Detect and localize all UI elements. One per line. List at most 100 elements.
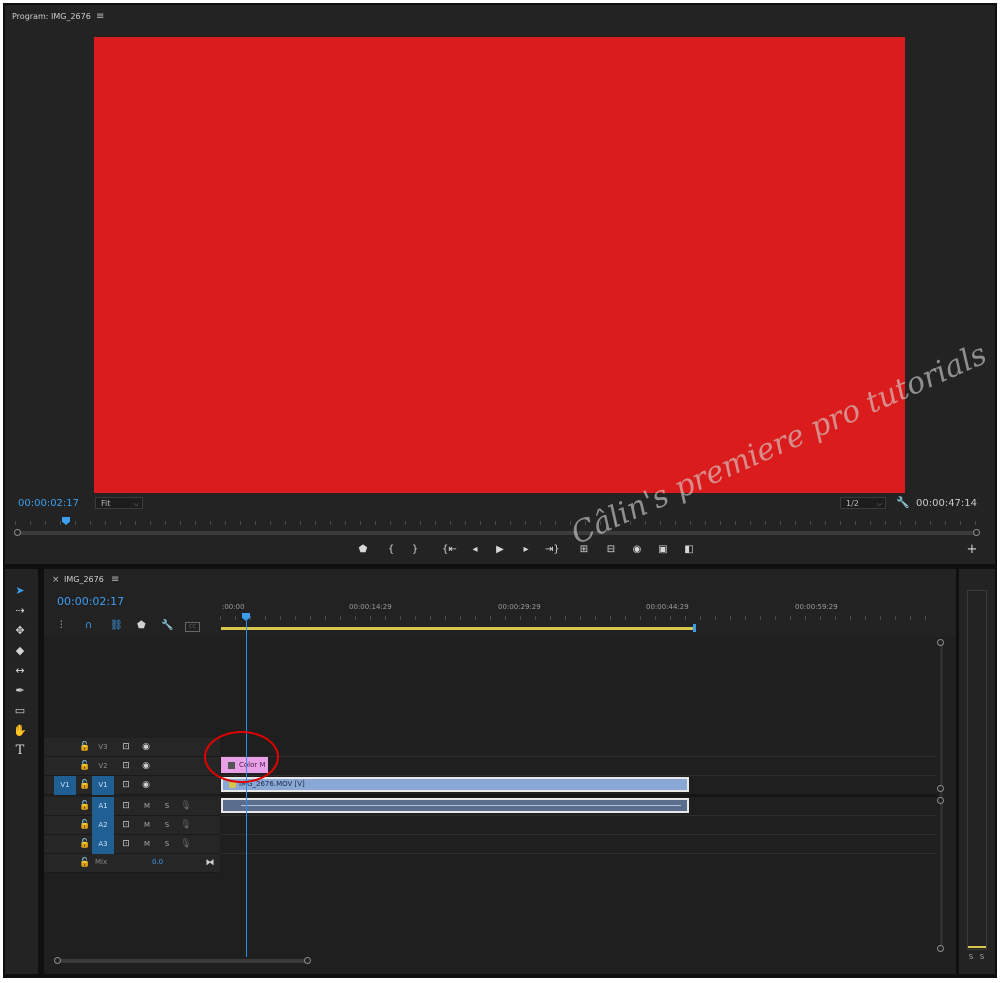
horizontal-scrollbar[interactable] [58, 959, 308, 963]
lock-icon[interactable]: 🔓 [79, 738, 91, 757]
audio-clip[interactable] [221, 798, 689, 813]
lock-icon[interactable]: 🔓 [79, 797, 91, 816]
microphone-icon[interactable]: 🎙 [180, 797, 192, 816]
go-to-end-icon[interactable]: ⧓ [204, 854, 216, 873]
lock-icon[interactable]: 🔓 [79, 757, 91, 776]
timeline-timecode[interactable]: 00:00:02:17 [57, 595, 124, 608]
mute-button[interactable]: M [142, 835, 152, 854]
mark-out-icon[interactable]: } [408, 544, 422, 555]
export-frame-icon[interactable]: ◉ [630, 544, 644, 555]
vscroll-handle-audio[interactable] [937, 797, 944, 804]
meter-solo-right[interactable]: S [977, 948, 987, 967]
sync-lock-icon[interactable]: ⊡ [120, 816, 132, 835]
razor-tool-icon[interactable]: ◆ [11, 643, 29, 659]
step-forward-icon[interactable]: ▸ [519, 544, 533, 555]
slip-tool-icon[interactable]: ↔ [11, 663, 29, 679]
work-area-bar[interactable] [221, 627, 693, 630]
track-target-v1[interactable]: V1 [92, 776, 114, 795]
sync-lock-icon[interactable]: ⊡ [120, 757, 132, 776]
snap-magnet-icon[interactable]: ∩ [85, 620, 92, 631]
mute-button[interactable]: M [142, 816, 152, 835]
captions-icon[interactable]: CC [185, 622, 200, 632]
eye-icon[interactable]: ◉ [140, 738, 152, 757]
video-audio-divider[interactable] [220, 794, 937, 797]
lock-icon[interactable]: 🔓 [79, 776, 91, 795]
linked-selection-icon[interactable]: ⛓ [110, 620, 123, 631]
monitor-zoom-scrollbar[interactable] [18, 531, 976, 535]
zoom-handle-left[interactable] [14, 529, 21, 536]
ripple-edit-tool-icon[interactable]: ✥ [11, 623, 29, 639]
solo-button[interactable]: S [162, 816, 172, 835]
lock-icon[interactable]: 🔓 [79, 816, 91, 835]
source-patch-v1[interactable]: V1 [54, 776, 76, 795]
panel-menu-icon[interactable]: ≡ [96, 11, 104, 22]
overwrite-icon[interactable]: ⊟ [604, 544, 618, 555]
mute-button[interactable]: M [142, 797, 152, 816]
vscroll-handle-mid[interactable] [937, 785, 944, 792]
close-icon[interactable]: × [52, 575, 60, 585]
selection-tool-icon[interactable]: ➤ [11, 583, 29, 599]
microphone-icon[interactable]: 🎙 [180, 835, 192, 854]
sync-lock-icon[interactable]: ⊡ [120, 797, 132, 816]
sync-lock-icon[interactable]: ⊡ [120, 776, 132, 795]
vscroll-handle-top[interactable] [937, 639, 944, 646]
solo-button[interactable]: S [162, 835, 172, 854]
video-clip[interactable]: IMG_2676.MOV [V] [221, 777, 689, 792]
step-back-icon[interactable]: ◂ [468, 544, 482, 555]
hscroll-handle-right[interactable] [304, 957, 311, 964]
eye-icon[interactable]: ◉ [140, 776, 152, 795]
sync-lock-icon[interactable]: ⊡ [120, 738, 132, 757]
pen-tool-icon[interactable]: ✒ [11, 683, 29, 699]
resolution-select[interactable]: 1/2 ⌵ [840, 497, 886, 509]
track-target-v2[interactable]: V2 [92, 757, 114, 776]
comparison-view-icon[interactable]: ▣ [656, 544, 670, 555]
work-area-end-handle[interactable] [693, 624, 696, 632]
playhead-timecode[interactable]: 00:00:02:17 [18, 498, 79, 509]
lock-icon[interactable]: 🔓 [79, 835, 91, 854]
track-target-a3[interactable]: A3 [92, 835, 114, 854]
panel-menu-icon[interactable]: ≡ [111, 574, 119, 585]
track-lane-v3[interactable] [220, 738, 937, 757]
timeline-time-ruler[interactable] [220, 613, 937, 621]
ruler-tick [595, 616, 596, 620]
trim-icon[interactable]: ◧ [682, 544, 696, 555]
program-monitor-title[interactable]: Program: IMG_2676 [12, 12, 91, 21]
timeline-playhead-line[interactable] [246, 617, 247, 957]
add-button-icon[interactable]: + [965, 542, 979, 557]
go-to-out-icon[interactable]: ⇥} [545, 544, 560, 555]
rectangle-tool-icon[interactable]: ▭ [11, 703, 29, 719]
ruler-tick [910, 616, 911, 620]
sequence-tab[interactable]: IMG_2676 [64, 575, 104, 584]
timeline-settings-wrench-icon[interactable]: 🔧 [161, 620, 173, 631]
vscroll-handle-bottom[interactable] [937, 945, 944, 952]
zoom-level-select[interactable]: Fit ⌵ [95, 497, 143, 509]
mix-volume-value[interactable]: 0.0 [152, 858, 163, 866]
go-to-in-icon[interactable]: {⇤ [442, 544, 457, 555]
zoom-handle-right[interactable] [973, 529, 980, 536]
add-marker-icon[interactable]: ⬟ [137, 620, 146, 631]
ruler-tick [90, 521, 91, 525]
track-target-v3[interactable]: V3 [92, 738, 114, 757]
eye-icon[interactable]: ◉ [140, 757, 152, 776]
monitor-time-ruler[interactable] [15, 518, 980, 528]
marker-icon[interactable]: ⬟ [356, 544, 370, 555]
hscroll-handle-left[interactable] [54, 957, 61, 964]
track-lane-v2[interactable] [220, 757, 937, 776]
track-select-tool-icon[interactable]: ⇢ [11, 603, 29, 619]
track-target-a2[interactable]: A2 [92, 816, 114, 835]
track-target-a1[interactable]: A1 [92, 797, 114, 816]
track-lane-a3[interactable] [220, 835, 937, 854]
hand-tool-icon[interactable]: ✋ [11, 723, 29, 739]
mark-in-icon[interactable]: { [384, 544, 398, 555]
play-icon[interactable]: ▶ [493, 544, 507, 555]
lock-icon[interactable]: 🔓 [79, 854, 91, 873]
sync-lock-icon[interactable]: ⊡ [120, 835, 132, 854]
type-tool-icon[interactable]: T [11, 743, 29, 759]
solo-button[interactable]: S [162, 797, 172, 816]
wrench-settings-icon[interactable]: 🔧 [896, 496, 910, 509]
meter-solo-left[interactable]: S [966, 948, 976, 967]
ruler-tick [745, 616, 746, 620]
nest-sequence-icon[interactable]: ⫶ [60, 620, 63, 631]
track-lane-a2[interactable] [220, 816, 937, 835]
microphone-icon[interactable]: 🎙 [180, 816, 192, 835]
